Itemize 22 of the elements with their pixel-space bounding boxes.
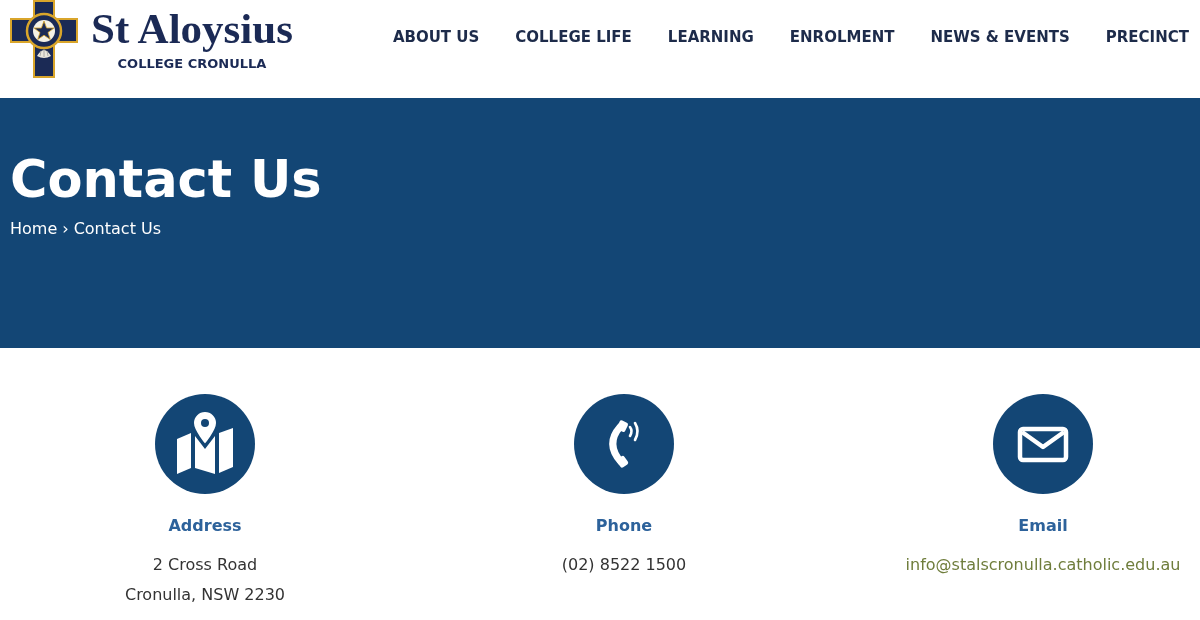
- breadcrumb-separator: ›: [62, 218, 69, 240]
- nav-link[interactable]: LEARNING: [667, 28, 754, 46]
- breadcrumb-current: Contact Us: [73, 218, 162, 240]
- nav-link[interactable]: NEWS & EVENTS: [930, 28, 1070, 46]
- email-link[interactable]: info@stalscronulla.catholic.edu.au: [905, 554, 1181, 576]
- nav-link[interactable]: COLLEGE LIFE: [515, 28, 632, 46]
- phone-icon: [574, 394, 674, 494]
- nav-link[interactable]: ENROLMENT: [789, 28, 895, 46]
- address-line: Cronulla, NSW 2230: [124, 584, 286, 606]
- logo-title: St Aloysius: [91, 6, 293, 52]
- contact-heading: Address: [168, 516, 242, 536]
- contact-heading: Phone: [595, 516, 653, 536]
- contact-heading: Email: [1018, 516, 1068, 536]
- map-pin-icon: [155, 394, 255, 494]
- nav-link[interactable]: ABOUT US: [392, 28, 480, 46]
- logo-subtitle: COLLEGE CRONULLA: [117, 56, 267, 72]
- nav-link[interactable]: PRECINCT: [1105, 28, 1189, 46]
- phone-number: (02) 8522 1500: [561, 554, 687, 576]
- page-title: Contact Us: [10, 150, 322, 210]
- breadcrumb-link[interactable]: Home: [10, 218, 58, 240]
- mail-icon: [993, 394, 1093, 494]
- address-line: 2 Cross Road: [152, 554, 258, 576]
